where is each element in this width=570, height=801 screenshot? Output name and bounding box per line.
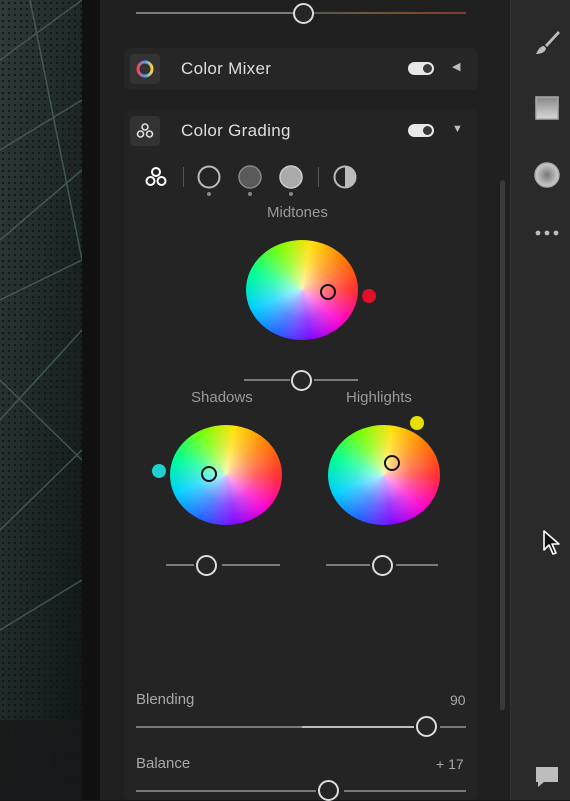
color-mixer-title: Color Mixer — [181, 59, 272, 78]
blending-track — [136, 726, 302, 728]
color-mixer-header[interactable]: Color Mixer ◀ — [124, 48, 478, 90]
top-slider-track-right — [314, 12, 466, 14]
balance-knob[interactable] — [318, 780, 339, 801]
color-grading-header[interactable]: Color Grading ▼ — [124, 110, 478, 152]
midtones-puck[interactable] — [320, 284, 336, 300]
highlights-view-button[interactable] — [278, 164, 304, 190]
color-wheel-icon — [130, 54, 160, 84]
shadows-tint-dot — [152, 464, 166, 478]
half-circle-icon[interactable] — [332, 164, 358, 190]
blending-track-fill — [302, 726, 414, 728]
cursor-icon — [543, 530, 561, 561]
balance-track — [344, 790, 466, 792]
highlights-tint-dot — [410, 416, 424, 430]
midtones-label: Midtones — [267, 204, 328, 221]
photo-preview — [0, 0, 82, 800]
color-grading-toggle[interactable] — [408, 124, 434, 137]
top-slider-track-left — [136, 12, 296, 14]
blending-value[interactable]: 90 — [450, 692, 466, 708]
color-grading-title: Color Grading — [181, 121, 291, 140]
shadows-label: Shadows — [191, 389, 253, 406]
tool-separator — [183, 167, 184, 187]
midtones-tint-dot — [362, 289, 376, 303]
chevron-down-icon[interactable]: ▼ — [452, 123, 463, 135]
highlights-luminance-track — [396, 564, 438, 566]
highlights-luminance-track — [326, 564, 370, 566]
highlights-puck[interactable] — [384, 455, 400, 471]
midtones-dot — [248, 192, 252, 196]
shadows-luminance-knob[interactable] — [196, 555, 217, 576]
shadows-luminance-track — [166, 564, 194, 566]
divider-gutter — [82, 0, 100, 800]
comment-icon[interactable] — [532, 762, 562, 792]
shadows-puck[interactable] — [201, 466, 217, 482]
balance-track — [136, 790, 316, 792]
highlights-wheel[interactable] — [328, 425, 440, 525]
balance-label: Balance — [136, 755, 191, 772]
midtones-wheel[interactable] — [246, 240, 358, 340]
balance-value[interactable]: + 17 — [436, 756, 464, 772]
highlights-luminance-knob[interactable] — [372, 555, 393, 576]
chevron-left-icon[interactable]: ◀ — [452, 60, 460, 73]
shadows-wheel[interactable] — [170, 425, 282, 525]
three-way-view-button[interactable] — [143, 164, 169, 190]
three-circles-icon — [130, 116, 160, 146]
gradient-icon[interactable] — [532, 93, 562, 123]
more-icon[interactable] — [532, 218, 562, 248]
blending-track — [440, 726, 466, 728]
brush-icon[interactable] — [532, 28, 562, 58]
blending-knob[interactable] — [416, 716, 437, 737]
midtones-luminance-track — [244, 379, 290, 381]
top-slider-knob[interactable] — [293, 3, 314, 24]
shadows-luminance-track — [222, 564, 280, 566]
shadows-dot — [207, 192, 211, 196]
color-mixer-toggle[interactable] — [408, 62, 434, 75]
tool-separator — [318, 167, 319, 187]
blending-label: Blending — [136, 691, 195, 708]
highlights-dot — [289, 192, 293, 196]
radial-icon[interactable] — [532, 160, 562, 190]
midtones-luminance-track — [314, 379, 358, 381]
midtones-view-button[interactable] — [237, 164, 263, 190]
midtones-luminance-knob[interactable] — [291, 370, 312, 391]
shadows-view-button[interactable] — [196, 164, 222, 190]
panel-scrollbar[interactable] — [500, 180, 505, 710]
highlights-label: Highlights — [346, 389, 412, 406]
